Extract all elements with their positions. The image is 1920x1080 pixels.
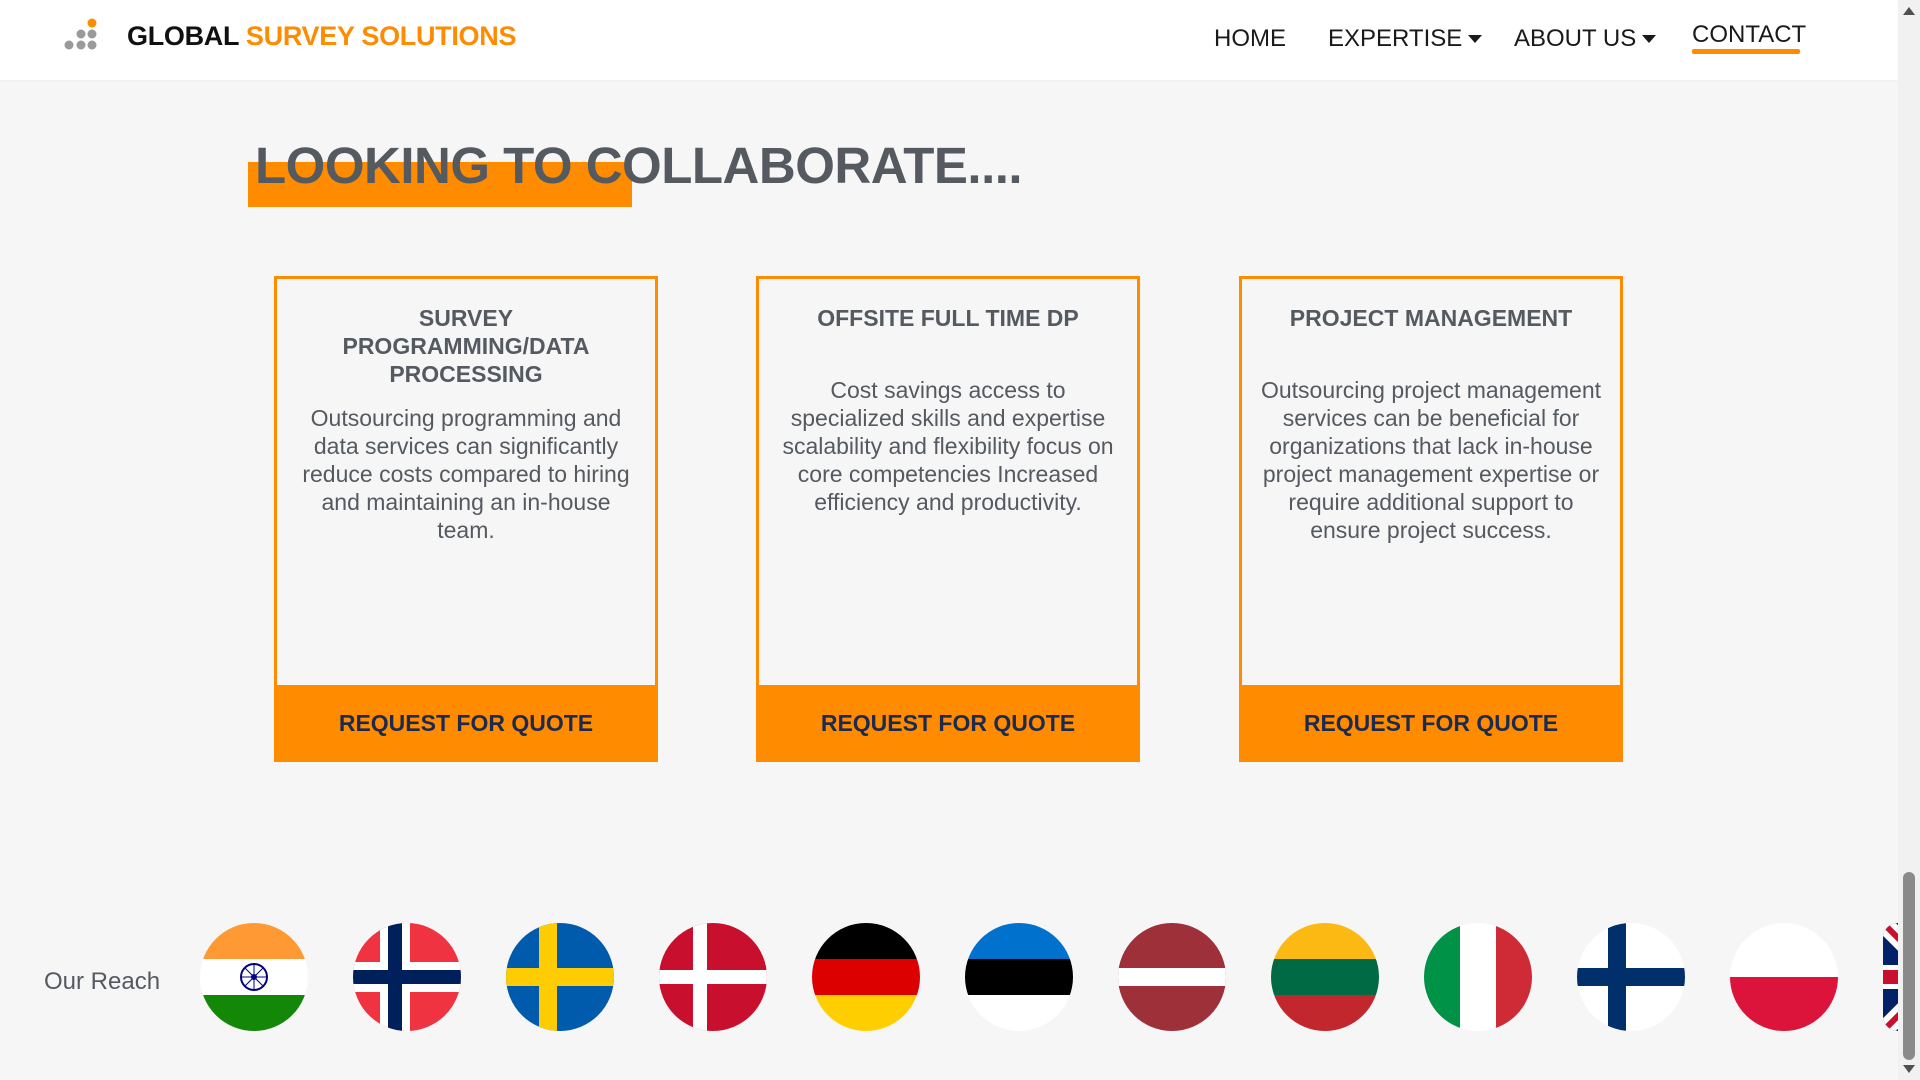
lithuania-flag-icon <box>1271 923 1379 1031</box>
latvia-flag-icon <box>1118 923 1226 1031</box>
italy-flag-icon <box>1424 923 1532 1031</box>
vertical-scrollbar[interactable] <box>1898 0 1920 1080</box>
denmark-flag-icon <box>659 923 767 1031</box>
germany-flag-icon <box>812 923 920 1031</box>
scrollbar-thumb[interactable] <box>1903 872 1915 1060</box>
india-flag-icon <box>200 923 308 1031</box>
sweden-flag-icon <box>506 923 614 1031</box>
scroll-up-arrow-icon[interactable] <box>1903 7 1915 15</box>
norway-flag-icon <box>353 923 461 1031</box>
united-kingdom-flag-icon <box>1883 923 1898 1031</box>
flags-carousel <box>0 0 1898 1080</box>
page: GLOBAL SURVEY SOLUTIONS HOME EXPERTISE A… <box>0 0 1920 1080</box>
poland-flag-icon <box>1730 923 1838 1031</box>
scroll-down-arrow-icon[interactable] <box>1903 1065 1915 1073</box>
finland-flag-icon <box>1577 923 1685 1031</box>
estonia-flag-icon <box>965 923 1073 1031</box>
